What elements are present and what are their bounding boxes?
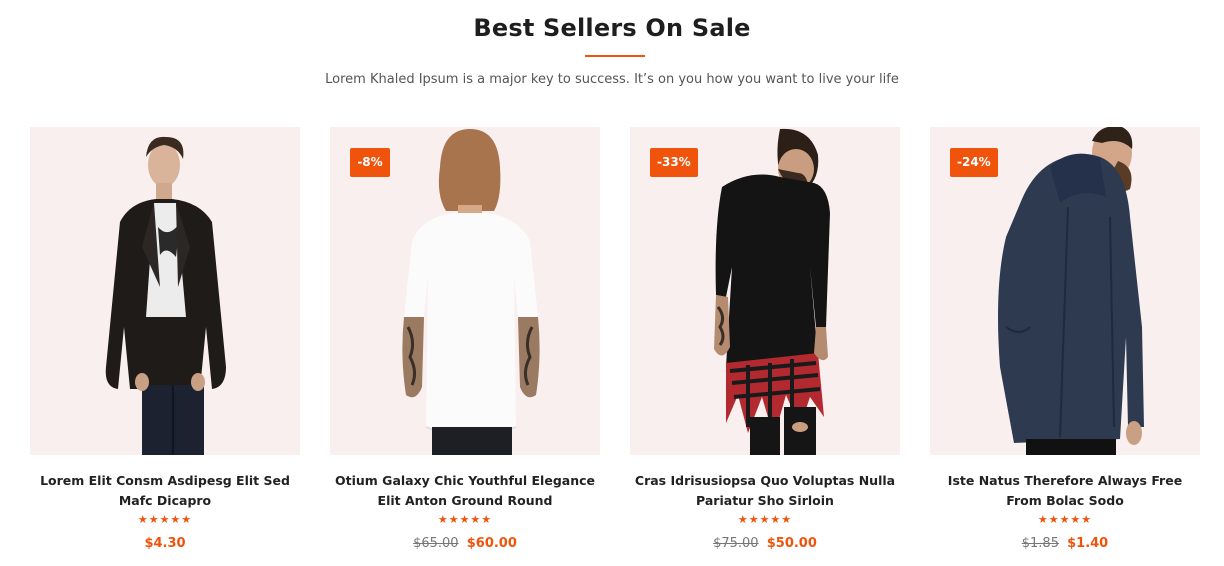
discount-badge: -8%: [350, 148, 390, 177]
product-name[interactable]: Iste Natus Therefore Always Free From Bo…: [930, 471, 1200, 511]
product-image[interactable]: [30, 127, 300, 455]
section-title: Best Sellers On Sale: [473, 14, 751, 42]
original-price: $65.00: [413, 536, 459, 551]
product-name[interactable]: Lorem Elit Consm Asdipesg Elit Sed Mafc …: [30, 471, 300, 511]
sale-price: $60.00: [466, 536, 517, 551]
original-price: $75.00: [713, 536, 759, 551]
product-name[interactable]: Otium Galaxy Chic Youthful Elegance Elit…: [330, 471, 600, 511]
title-underline: [585, 55, 645, 57]
sale-price: $50.00: [766, 536, 817, 551]
section-subtitle: Lorem Khaled Ipsum is a major key to suc…: [325, 72, 899, 87]
product-card: -24% Iste Natus Therefore Always Free Fr…: [930, 127, 1200, 557]
sale-price: $4.30: [144, 536, 186, 551]
rating-stars: ★★★★★: [137, 513, 193, 526]
sale-price: $1.40: [1067, 536, 1109, 551]
discount-badge: -24%: [950, 148, 998, 177]
price-row: $4.30: [30, 536, 300, 551]
product-image[interactable]: -24%: [930, 127, 1200, 455]
product-grid: Lorem Elit Consm Asdipesg Elit Sed Mafc …: [30, 127, 1200, 557]
product-card: Lorem Elit Consm Asdipesg Elit Sed Mafc …: [30, 127, 300, 557]
product-card: -33% Cras Idrisusiopsa Quo Voluptas Null…: [630, 127, 900, 557]
product-image[interactable]: -33%: [630, 127, 900, 455]
product-name[interactable]: Cras Idrisusiopsa Quo Voluptas Nulla Par…: [630, 471, 900, 511]
price-row: $65.00 $60.00: [330, 536, 600, 551]
price-row: $1.85 $1.40: [930, 536, 1200, 551]
product-image[interactable]: -8%: [330, 127, 600, 455]
product-card: -8% Otium Galaxy Chic Youthful Elegance …: [330, 127, 600, 557]
rating-stars: ★★★★★: [437, 513, 493, 526]
price-row: $75.00 $50.00: [630, 536, 900, 551]
discount-badge: -33%: [650, 148, 698, 177]
rating-stars: ★★★★★: [737, 513, 793, 526]
rating-stars: ★★★★★: [1037, 513, 1093, 526]
original-price: $1.85: [1021, 536, 1059, 551]
